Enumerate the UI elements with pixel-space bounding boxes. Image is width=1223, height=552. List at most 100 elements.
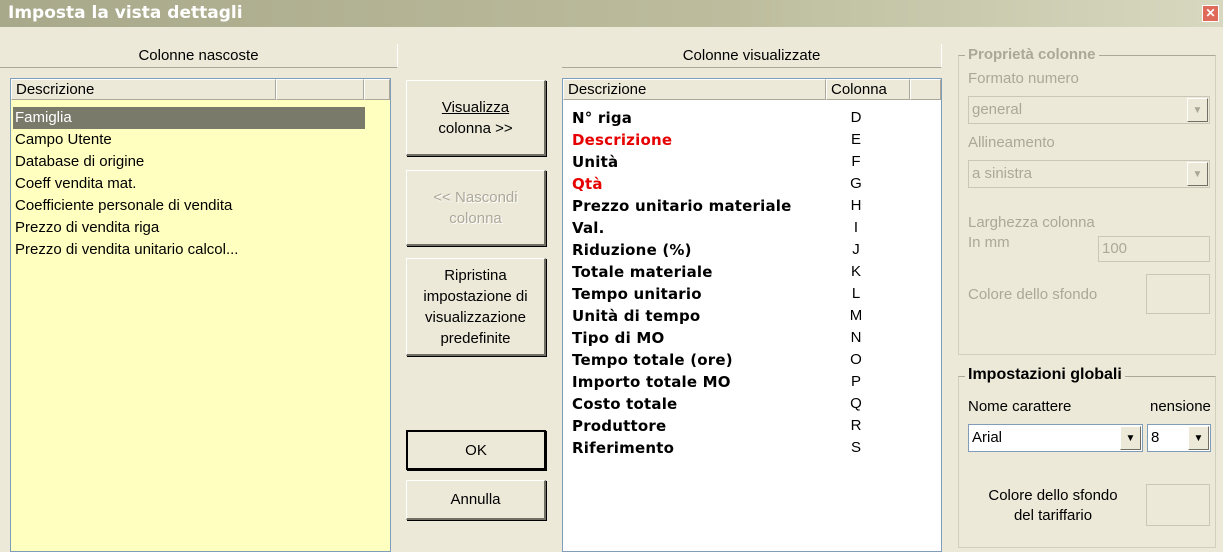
tariff-bg-swatch[interactable] — [1146, 484, 1210, 526]
font-size-select[interactable]: 8 ▼ — [1147, 424, 1211, 452]
column-width-label: Larghezza colonna — [968, 214, 1095, 231]
font-name-select[interactable]: Arial ▼ — [968, 424, 1143, 452]
table-row[interactable]: N° riga D — [563, 107, 933, 129]
number-format-select[interactable]: general ▼ — [968, 96, 1210, 124]
table-row[interactable]: Tempo unitario L — [563, 283, 933, 305]
bg-color-swatch[interactable] — [1146, 274, 1210, 314]
visible-column-letter: E — [850, 131, 861, 148]
visible-column-name: Riduzione (%) — [572, 241, 692, 259]
list-item[interactable]: Campo Utente — [13, 129, 373, 151]
visible-column-name: Qtà — [572, 175, 603, 193]
visible-column-name: Prezzo unitario materiale — [572, 197, 792, 215]
visible-column-letter: K — [850, 263, 861, 280]
visible-list-header-descrizione[interactable]: Descrizione — [563, 79, 826, 100]
list-item[interactable]: Database di origine — [13, 151, 373, 173]
chevron-down-icon[interactable]: ▼ — [1188, 426, 1209, 450]
visible-column-name: Tempo totale (ore) — [572, 351, 733, 369]
visible-column-letter: M — [849, 307, 863, 324]
visible-column-letter: N — [850, 329, 862, 346]
visible-column-name: N° riga — [572, 109, 633, 127]
ok-button[interactable]: OK — [406, 430, 546, 470]
visible-columns-header: Colonne visualizzate — [562, 44, 942, 68]
show-column-button[interactable]: Visualizza colonna >> — [406, 80, 546, 156]
table-row[interactable]: Costo totale Q — [563, 393, 933, 415]
chevron-down-icon[interactable]: ▼ — [1187, 98, 1208, 122]
list-item[interactable]: Coefficiente personale di vendita — [13, 195, 373, 217]
table-row[interactable]: Riduzione (%) J — [563, 239, 933, 261]
table-row[interactable]: Totale materiale K — [563, 261, 933, 283]
table-row[interactable]: Descrizione E — [563, 129, 933, 151]
reset-defaults-button[interactable]: Ripristina impostazione di visualizzazione… — [406, 258, 546, 356]
visible-column-letter: S — [850, 439, 861, 456]
chevron-down-icon[interactable]: ▼ — [1187, 162, 1208, 186]
table-row[interactable]: Qtà G — [563, 173, 933, 195]
visible-list-header-colonna[interactable]: Colonna — [826, 79, 910, 100]
visible-column-letter: Q — [850, 395, 862, 412]
visible-column-name: Importo totale MO — [572, 373, 731, 391]
alignment-value: a sinistra — [972, 165, 1033, 182]
number-format-value: general — [972, 101, 1023, 118]
visible-column-name: Costo totale — [572, 395, 678, 413]
bg-color-label: Colore dello sfondo — [968, 286, 1098, 303]
tariff-bg-line2: del tariffario — [1013, 507, 1093, 524]
alignment-label: Allineamento — [968, 134, 1055, 151]
font-name-label: Nome carattere — [968, 398, 1072, 415]
column-width-unit: In mm — [968, 234, 1010, 251]
alignment-select[interactable]: a sinistra ▼ — [968, 160, 1210, 188]
visible-list-header-extra[interactable] — [910, 79, 941, 100]
ok-label: OK — [465, 441, 487, 459]
reset-line4: predefinite — [440, 329, 511, 347]
hidden-columns-header: Colonne nascoste — [0, 44, 398, 68]
column-width-value: 100 — [1102, 240, 1128, 257]
list-item[interactable]: Famiglia — [13, 107, 365, 129]
table-row[interactable]: Importo totale MO P — [563, 371, 933, 393]
hidden-list-header-extra[interactable] — [276, 79, 364, 100]
font-name-value: Arial — [972, 429, 1003, 446]
visible-column-letter: J — [852, 241, 860, 258]
reset-line1: Ripristina — [444, 266, 507, 284]
visible-column-name: Unità — [572, 153, 619, 171]
table-row[interactable]: Unità F — [563, 151, 933, 173]
global-settings-title: Impostazioni globali — [965, 366, 1125, 384]
close-icon[interactable]: ✕ — [1202, 5, 1219, 22]
hide-column-button[interactable]: << Nascondi colonna — [406, 170, 546, 246]
show-column-line1: Visualizza — [441, 98, 510, 116]
table-row[interactable]: Prezzo unitario materiale H — [563, 195, 933, 217]
visible-column-letter: G — [850, 175, 862, 192]
table-row[interactable]: Riferimento S — [563, 437, 933, 459]
table-row[interactable]: Unità di tempo M — [563, 305, 933, 327]
list-item[interactable]: Prezzo di vendita riga — [13, 217, 373, 239]
visible-columns-list[interactable]: Descrizione Colonna N° riga D Descrizione E… — [562, 78, 942, 552]
visible-column-name: Riferimento — [572, 439, 675, 457]
list-item[interactable]: Coeff vendita mat. — [13, 173, 373, 195]
show-column-line2: colonna >> — [438, 119, 513, 137]
hidden-list-header-descrizione[interactable]: Descrizione — [11, 79, 276, 100]
visible-column-letter: F — [851, 153, 861, 170]
column-properties-title: Proprietà colonne — [965, 46, 1099, 63]
hidden-columns-list[interactable]: Descrizione Famiglia Campo Utente Database… — [10, 78, 391, 552]
reset-line2: impostazione di — [423, 287, 528, 305]
visible-column-name: Val. — [572, 219, 605, 237]
window-title: Imposta la vista dettagli — [0, 0, 1223, 27]
number-format-label: Formato numero — [968, 70, 1079, 87]
visible-column-letter: L — [851, 285, 861, 302]
reset-line3: visualizzazione — [425, 308, 526, 326]
visible-column-letter: R — [850, 417, 862, 434]
hidden-list-header-extra2[interactable] — [364, 79, 390, 100]
table-row[interactable]: Produttore R — [563, 415, 933, 437]
visible-column-letter: H — [850, 197, 862, 214]
hide-column-line2: colonna — [449, 209, 502, 227]
cancel-button[interactable]: Annulla — [406, 480, 546, 520]
visible-column-name: Tempo unitario — [572, 285, 702, 303]
column-width-input[interactable]: 100 — [1098, 236, 1210, 262]
table-row[interactable]: Tipo di MO N — [563, 327, 933, 349]
visible-column-letter: P — [850, 373, 861, 390]
visible-column-name: Descrizione — [572, 131, 673, 149]
table-row[interactable]: Val. I — [563, 217, 933, 239]
hide-column-line1: << Nascondi — [433, 188, 518, 206]
list-item[interactable]: Prezzo di vendita unitario calcol... — [13, 239, 373, 261]
visible-column-name: Tipo di MO — [572, 329, 665, 347]
chevron-down-icon[interactable]: ▼ — [1120, 426, 1141, 450]
table-row[interactable]: Tempo totale (ore) O — [563, 349, 933, 371]
visible-column-name: Produttore — [572, 417, 667, 435]
